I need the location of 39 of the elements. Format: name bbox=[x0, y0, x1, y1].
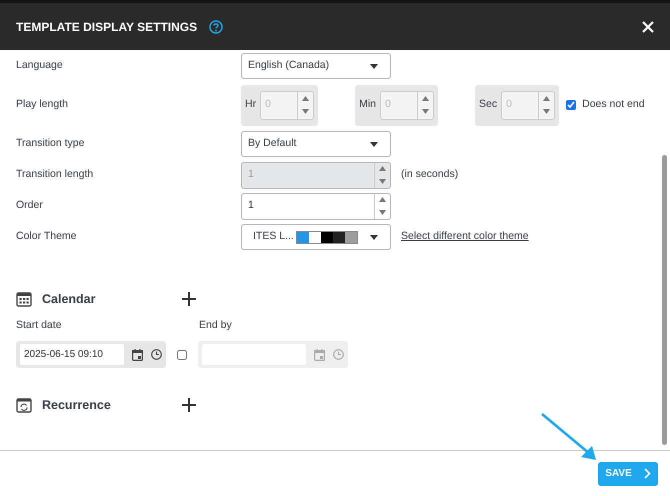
field-label: Transition length bbox=[16, 167, 94, 182]
checkbox[interactable] bbox=[177, 350, 187, 360]
section-title: Recurrence bbox=[42, 396, 112, 414]
caret-icon bbox=[370, 64, 378, 68]
color-swatches bbox=[296, 230, 358, 244]
add-icon[interactable] bbox=[182, 292, 196, 306]
field-label: End by bbox=[199, 318, 232, 334]
chevron-right-icon bbox=[644, 468, 651, 479]
close-icon[interactable] bbox=[642, 20, 654, 32]
field-label: Start date bbox=[16, 318, 63, 334]
recurrence-icon bbox=[16, 397, 32, 413]
select-dropdown[interactable]: ITES L... bbox=[241, 224, 391, 250]
caret-icon bbox=[370, 142, 378, 146]
checkbox-label: Does not end bbox=[582, 97, 645, 112]
field-label: Transition type bbox=[16, 136, 86, 152]
date-field[interactable]: 2025-06-15 09:10 bbox=[20, 344, 124, 365]
help-icon[interactable] bbox=[209, 20, 224, 34]
dialog-title: TEMPLATE DISPLAY SETTINGS bbox=[16, 18, 198, 36]
unit-label: Hr bbox=[245, 97, 256, 112]
select-dropdown[interactable]: English (Canada) bbox=[241, 53, 391, 79]
field-label: Order bbox=[16, 198, 44, 214]
unit-label: (in seconds) bbox=[401, 167, 458, 182]
spinner-arrows-icon[interactable] bbox=[379, 195, 386, 217]
calendar-icon[interactable] bbox=[132, 348, 143, 360]
clock-icon[interactable] bbox=[151, 349, 162, 360]
field-label: Play length bbox=[16, 97, 69, 112]
unit-label: Sec bbox=[479, 97, 498, 112]
add-icon[interactable] bbox=[182, 398, 196, 412]
section-title: Calendar bbox=[42, 290, 96, 308]
number-field[interactable]: 1 bbox=[241, 192, 391, 220]
calendar-icon bbox=[16, 291, 32, 307]
annotation-arrow bbox=[540, 412, 598, 462]
caret-icon bbox=[370, 234, 378, 240]
unit-label: Min bbox=[359, 97, 376, 112]
field-label: Color Theme bbox=[16, 229, 78, 244]
select-dropdown[interactable]: By Default bbox=[241, 131, 391, 157]
field-label: Language bbox=[16, 58, 64, 74]
link[interactable]: Select different color theme bbox=[401, 229, 529, 245]
theme-name: ITES L... bbox=[253, 229, 294, 244]
